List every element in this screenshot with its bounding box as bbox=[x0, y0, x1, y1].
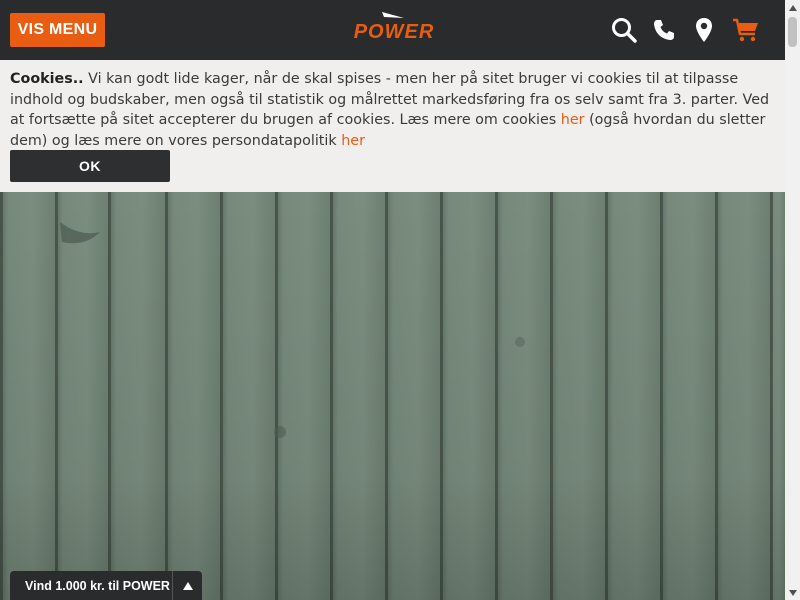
site-header: VIS MENU POWER bbox=[0, 0, 785, 60]
scrollbar-thumb[interactable] bbox=[788, 17, 797, 47]
svg-text:POWER: POWER bbox=[354, 21, 435, 43]
promo-label: Vind 1.000 kr. til POWER bbox=[25, 579, 170, 593]
expand-arrow-icon[interactable] bbox=[172, 571, 202, 600]
show-menu-button[interactable]: VIS MENU bbox=[10, 13, 105, 47]
cookie-info-link[interactable]: her bbox=[561, 112, 585, 128]
promo-tab[interactable]: Vind 1.000 kr. til POWER bbox=[10, 571, 202, 600]
cookie-ok-button[interactable]: OK bbox=[10, 150, 170, 182]
phone-icon[interactable] bbox=[650, 16, 678, 44]
search-icon[interactable] bbox=[610, 16, 638, 44]
location-icon[interactable] bbox=[690, 16, 718, 44]
privacy-policy-link[interactable]: her bbox=[341, 133, 365, 149]
cookie-title: Cookies.. bbox=[10, 71, 84, 87]
power-logo[interactable]: POWER bbox=[332, 10, 456, 44]
scrollbar[interactable] bbox=[785, 0, 800, 600]
cookie-text: Cookies.. Vi kan godt lide kager, når de… bbox=[10, 71, 770, 149]
cookie-banner: Cookies.. Vi kan godt lide kager, når de… bbox=[0, 60, 785, 192]
cart-icon[interactable] bbox=[732, 16, 760, 44]
hero-image bbox=[0, 192, 785, 600]
scroll-down-arrow-icon[interactable] bbox=[785, 585, 800, 600]
scroll-up-arrow-icon[interactable] bbox=[785, 0, 800, 15]
